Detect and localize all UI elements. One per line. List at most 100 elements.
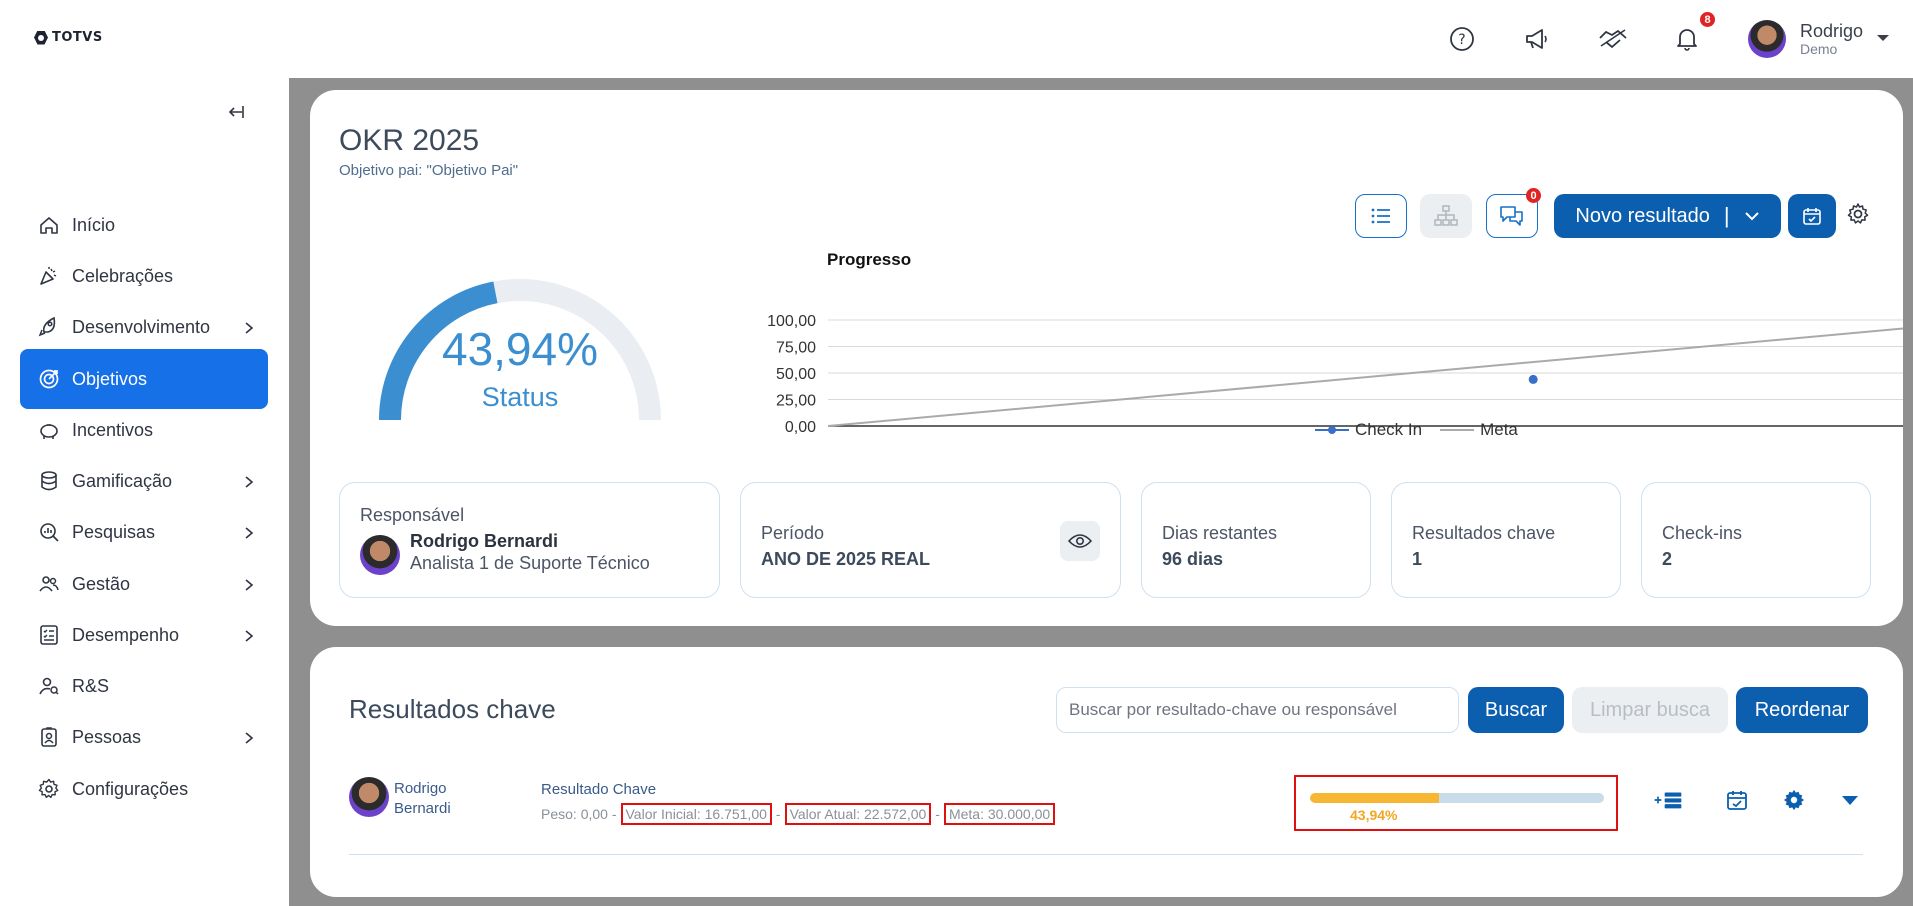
gear-icon — [1783, 789, 1805, 811]
row-settings-button[interactable] — [1779, 785, 1809, 815]
hierarchy-icon — [1434, 205, 1458, 226]
help-icon[interactable]: ? — [1447, 24, 1477, 54]
sidebar-item-label: Pesquisas — [72, 521, 156, 542]
remaining-days-card: Dias restantes 96 dias — [1141, 482, 1371, 598]
expand-row-button[interactable] — [1835, 785, 1865, 815]
chevron-down-icon — [1744, 212, 1759, 221]
key-result-owner-last: Bernardi — [394, 800, 451, 817]
sidebar-item-label: Desempenho — [72, 624, 180, 645]
sidebar: Início Celebrações Desenvolvimento Objetivo… — [0, 78, 289, 906]
y-tick-label: 100,00 — [767, 313, 816, 330]
calendar-check-icon — [1803, 208, 1821, 225]
sidebar-item-desenvolvimento[interactable]: Desenvolvimento — [20, 297, 268, 357]
megaphone-icon[interactable] — [1522, 24, 1552, 54]
view-period-button[interactable] — [1060, 521, 1100, 561]
hierarchy-view-button[interactable] — [1420, 194, 1472, 238]
handshake-icon[interactable] — [1598, 24, 1628, 54]
gear-icon — [38, 778, 60, 800]
user-role: Demo — [1800, 41, 1838, 57]
eye-icon — [1068, 534, 1092, 548]
legend-meta-marker-icon — [1440, 429, 1475, 431]
check-ins-label: Check-ins — [1662, 523, 1743, 543]
sidebar-item-label: Objetivos — [72, 368, 148, 389]
y-tick-label: 0,00 — [785, 419, 816, 436]
legend-item-meta[interactable]: Meta — [1440, 420, 1518, 440]
sidebar-item-pesquisas[interactable]: Pesquisas — [20, 502, 268, 562]
collapse-sidebar-icon[interactable] — [226, 102, 246, 122]
chevron-right-icon — [244, 627, 254, 648]
calendar-check-row-button[interactable] — [1722, 785, 1752, 815]
notification-count-badge: 8 — [1700, 12, 1715, 27]
key-result-owner[interactable]: Rodrigo Bernardi — [394, 779, 474, 819]
search-button[interactable]: Buscar — [1468, 687, 1564, 733]
key-result-name[interactable]: Resultado Chave — [541, 781, 656, 798]
users-icon — [38, 573, 60, 595]
responsible-avatar — [360, 535, 400, 575]
meta-separator: - — [775, 806, 781, 822]
legend-label-check-in: Check In — [1355, 420, 1423, 439]
sidebar-item-label: Pessoas — [72, 726, 142, 747]
new-result-button[interactable]: Novo resultado | — [1554, 194, 1781, 238]
responsible-name: Rodrigo Bernardi — [410, 531, 559, 551]
key-results-count-card: Resultados chave 1 — [1391, 482, 1621, 598]
legend-label-meta: Meta — [1480, 420, 1518, 439]
remaining-days-value: 96 dias — [1162, 549, 1224, 569]
check-ins-value: 2 — [1662, 549, 1673, 569]
sidebar-item-label: R&S — [72, 675, 110, 696]
sidebar-item-label: Celebrações — [72, 265, 174, 286]
sidebar-item-configuracoes[interactable]: Configurações — [20, 759, 268, 819]
calendar-check-button[interactable] — [1788, 194, 1836, 238]
key-result-owner-first: Rodrigo — [394, 780, 447, 797]
search-chart-icon — [38, 521, 60, 543]
sidebar-item-label: Gamificação — [72, 470, 173, 491]
settings-gear-icon[interactable] — [1846, 202, 1870, 231]
progress-track — [1310, 793, 1604, 803]
legend-item-check-in[interactable]: Check In — [1315, 420, 1422, 440]
period-value: ANO DE 2025 REAL — [761, 549, 931, 569]
key-results-title: Resultados chave — [349, 694, 556, 724]
sidebar-item-label: Desenvolvimento — [72, 316, 211, 337]
key-result-target-value: Meta: 30.000,00 — [943, 803, 1056, 825]
home-icon — [38, 214, 60, 236]
key-result-progress: 43,94% — [1294, 775, 1618, 831]
okr-overview-card: OKR 2025 Objetivo pai: "Objetivo Pai" 0 … — [310, 90, 1903, 626]
y-tick-label: 75,00 — [776, 340, 816, 357]
key-results-count-label: Resultados chave — [1412, 523, 1556, 543]
clear-search-button[interactable]: Limpar busca — [1572, 687, 1728, 733]
key-result-current-value: Valor Atual: 22.572,00 — [784, 803, 932, 825]
logo-mark-icon — [34, 30, 48, 45]
y-tick-label: 50,00 — [776, 366, 816, 383]
caret-down-icon — [1842, 796, 1858, 805]
remaining-days-label: Dias restantes — [1162, 523, 1278, 543]
legend-check-in-marker-icon — [1315, 426, 1349, 434]
user-menu[interactable]: Rodrigo Demo — [1748, 20, 1863, 58]
meta-series-line — [827, 327, 1903, 427]
responsible-label: Responsável — [360, 505, 465, 525]
progress-label: 43,94% — [1350, 807, 1398, 823]
list-view-button[interactable] — [1355, 194, 1407, 238]
user-menu-caret-icon[interactable] — [1877, 35, 1889, 41]
sidebar-item-label: Gestão — [72, 573, 131, 594]
key-result-meta: Peso: 0,00 - Valor Inicial: 16.751,00 - … — [541, 803, 1059, 825]
list-icon — [1371, 208, 1390, 224]
responsible-card: Responsável Rodrigo Bernardi Analista 1 … — [339, 482, 720, 598]
chevron-right-icon — [244, 524, 254, 545]
key-result-owner-avatar — [349, 777, 389, 817]
sidebar-item-label: Configurações — [72, 778, 189, 799]
add-checkin-button[interactable] — [1653, 785, 1683, 815]
chevron-right-icon — [244, 319, 254, 340]
key-results-search-input[interactable] — [1056, 687, 1459, 733]
key-result-row[interactable]: Rodrigo Bernardi Resultado Chave Peso: 0… — [349, 775, 1865, 855]
key-results-card: Resultados chave Buscar Limpar busca Reo… — [310, 647, 1903, 897]
reorder-button[interactable]: Reordenar — [1736, 687, 1868, 733]
status-value: 43,94% — [441, 323, 598, 375]
check-in-point — [1528, 374, 1538, 384]
notifications-bell-icon[interactable] — [1672, 24, 1702, 54]
sidebar-item-pessoas[interactable]: Pessoas — [20, 707, 268, 767]
chevron-right-icon — [244, 576, 254, 597]
totvs-logo[interactable]: TOTVS — [34, 30, 103, 45]
add-list-icon — [1654, 792, 1682, 809]
svg-text:?: ? — [1458, 32, 1465, 48]
page-title: OKR 2025 — [339, 124, 480, 157]
top-bar: TOTVS ? 8 Rodrigo Demo — [0, 0, 1913, 78]
